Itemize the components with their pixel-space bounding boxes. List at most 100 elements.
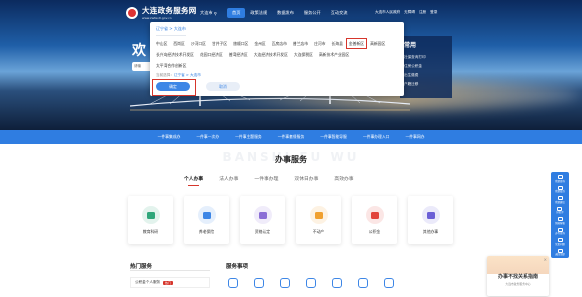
site-name: 大连政务服务网: [142, 6, 197, 15]
quick-item[interactable]: 一件事智能导服: [320, 134, 347, 140]
page: 大连政务服务网 www.zwfw.dl.gov.cn 大连市 ⚲ 首页 政策法规…: [0, 0, 582, 297]
item-icon[interactable]: [306, 278, 316, 288]
promo-widget[interactable]: × 办事不找关系指南 大连市政务服务中心: [487, 256, 549, 296]
district-option[interactable]: 太平湾合作创新区: [156, 62, 186, 69]
nav-interaction[interactable]: 互动交流: [326, 8, 353, 18]
link-gov[interactable]: 大连市人民政府: [375, 10, 400, 15]
side-tool-item[interactable]: 常见问题: [555, 238, 565, 248]
nav-data[interactable]: 数据发布: [272, 8, 299, 18]
location-popup: 辽宁省 > 大连市 中山区 西岗区 沙河口区 甘井子区 旅顺口区 金州区 瓦房店市 普兰店市庄…: [150, 22, 404, 96]
service-items-title: 服务事项: [226, 264, 249, 270]
link-register[interactable]: 注册: [419, 10, 426, 15]
side-tool-item[interactable]: 我要咨询: [555, 175, 565, 185]
hot-item-text: 公积金个人服务: [135, 280, 161, 284]
service-card[interactable]: 不动产: [296, 196, 341, 244]
more-icon: [421, 206, 440, 224]
district-option[interactable]: 金州区: [254, 40, 265, 47]
tab-weekend[interactable]: 双休日办事: [294, 175, 318, 182]
side-tool-label: 好差评: [556, 211, 564, 214]
service-card[interactable]: 资格认定: [240, 196, 285, 244]
cancel-button[interactable]: 取消: [206, 82, 240, 91]
side-tool-item[interactable]: 好差评: [556, 206, 564, 217]
item-icon[interactable]: [280, 278, 290, 288]
fund-icon: [365, 206, 384, 224]
district-option[interactable]: 金普新区: [345, 38, 368, 49]
service-card-label: 其他办事: [422, 229, 439, 234]
side-tool-label: 我要建议: [555, 200, 565, 204]
quick-item[interactable]: 一件事网办: [405, 134, 424, 140]
common-item[interactable]: 户籍迁移: [404, 80, 448, 89]
hero-title: 欢: [132, 43, 147, 59]
nav-home[interactable]: 首页: [227, 8, 246, 18]
item-icon[interactable]: [254, 278, 264, 288]
item-icon[interactable]: [228, 278, 238, 288]
district-option[interactable]: 普湾经济区: [229, 51, 248, 58]
quick-item[interactable]: 一件事主题服务: [235, 134, 262, 140]
common-item[interactable]: 出生缴费: [404, 71, 448, 80]
quick-item[interactable]: 一件事一次办: [196, 134, 219, 140]
search-icon: [557, 227, 563, 232]
district-option[interactable]: 甘井子区: [212, 40, 227, 47]
site-url: www.zwfw.dl.gov.cn: [142, 16, 172, 20]
main-nav: 首页 政策法规 数据发布 服务公开 互动交流: [227, 8, 352, 18]
district-option[interactable]: 中山区: [156, 40, 167, 47]
district-option[interactable]: 瓦房店市: [272, 40, 287, 47]
item-icon[interactable]: [358, 278, 368, 288]
tab-legal[interactable]: 法人办事: [219, 175, 238, 182]
district-option[interactable]: 长兴岛经济技术开发区: [156, 51, 194, 58]
side-tool-item[interactable]: 我要建议: [555, 196, 565, 206]
common-item[interactable]: 社保查询打印: [404, 53, 448, 62]
side-tool-item[interactable]: 办件查询: [555, 227, 565, 238]
side-tool-label: 智能客服: [555, 221, 565, 225]
service-item-icons: [228, 278, 394, 288]
link-login[interactable]: 登录: [430, 10, 437, 15]
nav-policy[interactable]: 政策法规: [245, 8, 272, 18]
district-option[interactable]: 高新技术产业园区: [319, 51, 349, 58]
hot-service-item[interactable]: 公积金个人服务 热门: [130, 277, 210, 288]
district-option[interactable]: 旅顺口区: [233, 40, 248, 47]
service-card[interactable]: 公积金: [352, 196, 397, 244]
tab-personal[interactable]: 个人办事: [184, 175, 203, 186]
side-tool-item[interactable]: 智能客服: [555, 217, 565, 227]
side-tool-label: 办件查询: [555, 232, 565, 235]
district-option[interactable]: 花园口经济区: [200, 51, 223, 58]
district-option[interactable]: 沙河口区: [191, 40, 206, 47]
close-icon[interactable]: ×: [544, 257, 547, 262]
site-header: 大连政务服务网 www.zwfw.dl.gov.cn 大连市 ⚲ 首页 政策法规…: [0, 0, 582, 24]
service-card-label: 资格认定: [254, 229, 271, 234]
item-icon[interactable]: [384, 278, 394, 288]
district-option[interactable]: 大连保税区: [294, 51, 313, 58]
service-card[interactable]: 其他办事: [408, 196, 453, 244]
tab-efficient[interactable]: 高效办事: [334, 175, 353, 182]
district-option[interactable]: 长海县: [332, 40, 343, 47]
location-pin-icon: ⚲: [213, 10, 217, 16]
service-card[interactable]: 养老保险: [184, 196, 229, 244]
side-tool-item[interactable]: 返回顶部: [555, 248, 565, 259]
nav-service-public[interactable]: 服务公开: [299, 8, 326, 18]
services-title: 办事服务: [275, 155, 307, 164]
item-icon[interactable]: [332, 278, 342, 288]
hero-banner: 大连政务服务网 www.zwfw.dl.gov.cn 大连市 ⚲ 首页 政策法规…: [0, 0, 582, 130]
link-accessibility[interactable]: 无障碍: [404, 10, 415, 15]
service-card[interactable]: 教育科研: [128, 196, 173, 244]
city-selector[interactable]: 大连市 ⚲: [200, 10, 217, 16]
district-option[interactable]: 庄河市: [314, 40, 325, 47]
district-row: 中山区 西岗区 沙河口区 甘井子区 旅顺口区 金州区 瓦房店市 普兰店市 庄河市 长海县 金普新区高…: [156, 38, 398, 49]
district-option[interactable]: 普兰店市: [293, 40, 308, 47]
selection-breadcrumb: 当前选择：辽宁省 > 大连市: [156, 73, 398, 78]
district-option[interactable]: 西岗区: [173, 40, 184, 47]
confirm-button[interactable]: 确定: [152, 79, 196, 96]
top-icon: [557, 248, 563, 253]
common-item[interactable]: 住房公积金: [404, 62, 448, 71]
side-tool-item[interactable]: 我要投诉: [555, 185, 565, 196]
district-row: 太平湾合作创新区: [156, 62, 398, 69]
bot-icon: [557, 217, 563, 221]
district-option[interactable]: 高新园区: [370, 40, 385, 47]
tab-one-thing[interactable]: 一件事办理: [254, 175, 278, 182]
services-heading: BANSHI FU WU 办事服务: [0, 150, 582, 165]
district-option[interactable]: 大连经济技术开发区: [254, 51, 288, 58]
quick-item[interactable]: 一件事办理入口: [363, 134, 390, 140]
site-logo[interactable]: 大连政务服务网 www.zwfw.dl.gov.cn: [126, 5, 197, 20]
quick-item[interactable]: 一件事套餐服务: [278, 134, 305, 140]
quick-item[interactable]: 一件事集成办: [158, 134, 181, 140]
